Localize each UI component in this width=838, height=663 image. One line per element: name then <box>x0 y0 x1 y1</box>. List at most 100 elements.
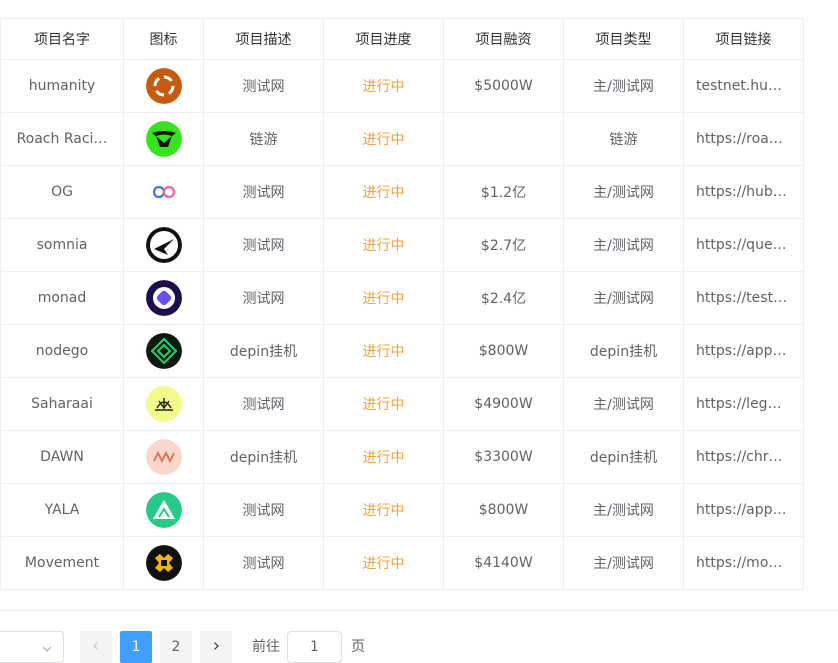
table-row: Movement 测试网 进行中 $4140W 主/测试网 https://mo… <box>0 536 804 590</box>
project-funding-cell <box>443 112 564 166</box>
project-description-cell: 测试网 <box>203 483 324 537</box>
project-description-cell: 测试网 <box>203 165 324 219</box>
project-description-cell: depin挂机 <box>203 324 324 378</box>
goto-label: 前往 <box>252 639 280 655</box>
project-name-cell: humanity <box>0 59 124 113</box>
project-icon-cell <box>123 324 204 378</box>
table-header-row: 项目名字 图标 项目描述 项目进度 项目融资 项目类型 项目链接 <box>0 18 804 60</box>
table-row: DAWN depin挂机 进行中 $3300W depin挂机 https://chr… <box>0 430 804 484</box>
project-icon-cell <box>123 430 204 484</box>
project-type-cell: 链游 <box>563 112 684 166</box>
table-row: somnia 测试网 进行中 $2.7亿 主/测试网 https://que… <box>0 218 804 272</box>
project-icon-cell <box>123 112 204 166</box>
project-funding-cell: $4140W <box>443 536 564 590</box>
project-funding-cell: $800W <box>443 483 564 537</box>
project-type-cell: 主/测试网 <box>563 59 684 113</box>
projects-table-wrapper: 项目名字 图标 项目描述 项目进度 项目融资 项目类型 项目链接 humanit… <box>0 18 804 590</box>
chevron-down-icon <box>41 640 53 659</box>
project-link-cell[interactable]: https://app… <box>683 483 804 537</box>
project-funding-cell: $5000W <box>443 59 564 113</box>
goto-page-input[interactable] <box>287 631 342 663</box>
project-type-cell: 主/测试网 <box>563 483 684 537</box>
project-link-cell[interactable]: https://mo… <box>683 536 804 590</box>
header-link: 项目链接 <box>683 18 804 60</box>
project-progress-cell: 进行中 <box>323 483 444 537</box>
project-type-cell: 主/测试网 <box>563 377 684 431</box>
project-link-cell[interactable]: https://que… <box>683 218 804 272</box>
prev-page-button[interactable] <box>80 631 112 663</box>
project-progress-cell: 进行中 <box>323 271 444 325</box>
footer-divider <box>0 610 838 611</box>
table-row: Roach Raci… 链游 进行中 链游 https://roa… <box>0 112 804 166</box>
project-name-cell: nodego <box>0 324 124 378</box>
project-progress-cell: 进行中 <box>323 536 444 590</box>
project-type-cell: 主/测试网 <box>563 218 684 272</box>
project-type-cell: 主/测试网 <box>563 536 684 590</box>
project-description-cell: 测试网 <box>203 377 324 431</box>
project-icon-cell <box>123 536 204 590</box>
next-page-button[interactable] <box>200 631 232 663</box>
project-funding-cell: $4900W <box>443 377 564 431</box>
project-progress-cell: 进行中 <box>323 112 444 166</box>
table-row: OG 测试网 进行中 $1.2亿 主/测试网 https://hub… <box>0 165 804 219</box>
project-icon-cell <box>123 218 204 272</box>
pagination: 1 2 前往 页 <box>0 631 838 663</box>
project-progress-cell: 进行中 <box>323 59 444 113</box>
project-funding-cell: $3300W <box>443 430 564 484</box>
project-progress-cell: 进行中 <box>323 430 444 484</box>
project-icon-cell <box>123 59 204 113</box>
chevron-left-icon <box>91 639 101 655</box>
project-link-cell[interactable]: https://test… <box>683 271 804 325</box>
project-type-cell: 主/测试网 <box>563 271 684 325</box>
sahara-logo-icon <box>145 386 182 422</box>
project-name-cell: Movement <box>0 536 124 590</box>
header-icon: 图标 <box>123 18 204 60</box>
yala-logo-icon <box>145 492 182 528</box>
project-icon-cell <box>123 165 204 219</box>
chevron-right-icon <box>211 639 221 655</box>
project-link-cell[interactable]: https://app… <box>683 324 804 378</box>
project-link-cell[interactable]: https://leg… <box>683 377 804 431</box>
project-type-cell: depin挂机 <box>563 430 684 484</box>
movement-logo-icon <box>145 545 182 581</box>
header-type: 项目类型 <box>563 18 684 60</box>
project-icon-cell <box>123 377 204 431</box>
project-name-cell: somnia <box>0 218 124 272</box>
table-row: humanity 测试网 进行中 $5000W 主/测试网 testnet.hu… <box>0 59 804 113</box>
header-progress: 项目进度 <box>323 18 444 60</box>
project-link-cell[interactable]: https://roa… <box>683 112 804 166</box>
project-funding-cell: $800W <box>443 324 564 378</box>
monad-logo-icon <box>145 280 182 316</box>
project-icon-cell <box>123 271 204 325</box>
project-link-cell[interactable]: testnet.hu… <box>683 59 804 113</box>
header-description: 项目描述 <box>203 18 324 60</box>
projects-table: 项目名字 图标 项目描述 项目进度 项目融资 项目类型 项目链接 humanit… <box>0 18 804 590</box>
project-funding-cell: $1.2亿 <box>443 165 564 219</box>
project-funding-cell: $2.4亿 <box>443 271 564 325</box>
project-icon-cell <box>123 483 204 537</box>
project-description-cell: 测试网 <box>203 218 324 272</box>
page-button-2[interactable]: 2 <box>160 631 192 663</box>
header-funding: 项目融资 <box>443 18 564 60</box>
table-row: monad 测试网 进行中 $2.4亿 主/测试网 https://test… <box>0 271 804 325</box>
somnia-logo-icon <box>145 227 182 263</box>
page-button-1[interactable]: 1 <box>120 631 152 663</box>
dawn-logo-icon <box>145 439 182 475</box>
project-link-cell[interactable]: https://hub… <box>683 165 804 219</box>
project-name-cell: Saharaai <box>0 377 124 431</box>
project-name-cell: OG <box>0 165 124 219</box>
roach-racing-logo-icon <box>145 121 182 157</box>
project-description-cell: 测试网 <box>203 59 324 113</box>
project-progress-cell: 进行中 <box>323 324 444 378</box>
table-row: Saharaai 测试网 进行中 $4900W 主/测试网 https://leg… <box>0 377 804 431</box>
header-name: 项目名字 <box>0 18 124 60</box>
humanity-logo-icon <box>145 68 182 104</box>
project-description-cell: 测试网 <box>203 271 324 325</box>
nodego-logo-icon <box>145 333 182 369</box>
page-size-select[interactable] <box>0 631 64 663</box>
project-name-cell: YALA <box>0 483 124 537</box>
project-name-cell: Roach Raci… <box>0 112 124 166</box>
project-name-cell: monad <box>0 271 124 325</box>
page-suffix-label: 页 <box>351 639 365 655</box>
project-link-cell[interactable]: https://chr… <box>683 430 804 484</box>
